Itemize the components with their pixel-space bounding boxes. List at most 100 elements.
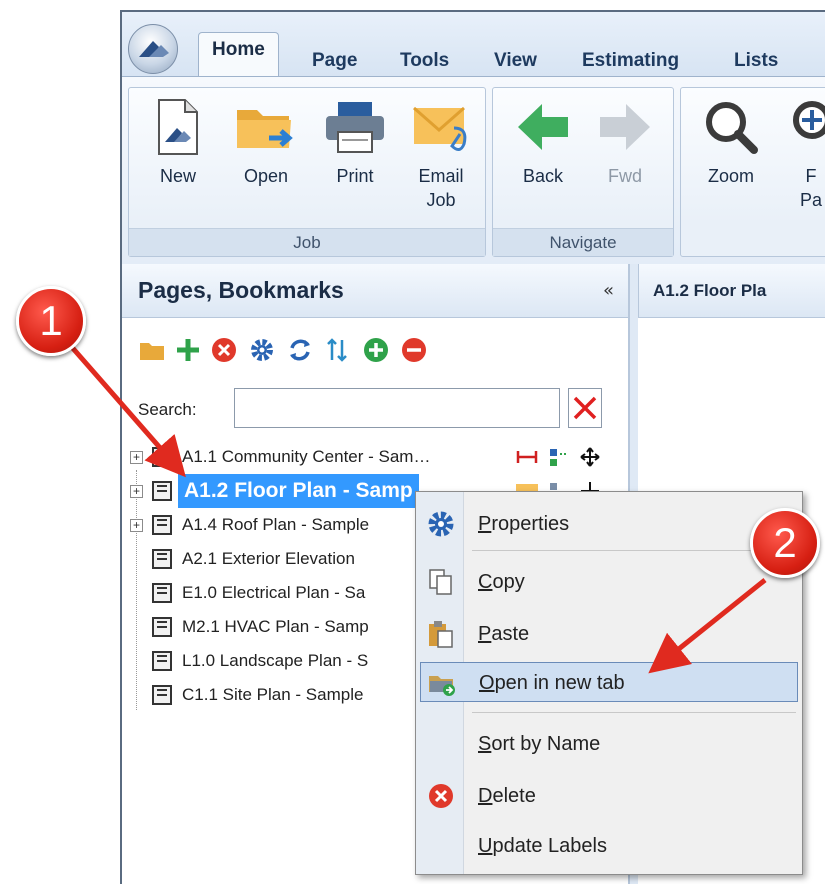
new-button[interactable]: New xyxy=(143,98,213,188)
tree-item-label: A1.2 Floor Plan - Samp xyxy=(178,474,419,508)
expand-toggle[interactable]: + xyxy=(130,485,143,498)
measure-scale-icons xyxy=(516,447,600,467)
menu-item-label: aste xyxy=(491,623,530,645)
tree-item-label: A2.1 Exterior Elevation xyxy=(182,549,355,568)
navigate-group-label: Navigate xyxy=(493,228,673,256)
tab-home[interactable]: Home xyxy=(198,32,279,78)
clear-search-button[interactable] xyxy=(568,388,602,428)
page-icon xyxy=(152,549,172,569)
callout-step-2: 2 xyxy=(750,508,820,578)
collapse-all-icon[interactable] xyxy=(400,336,428,364)
zoom-button[interactable]: Zoom xyxy=(691,98,771,188)
refresh-icon[interactable] xyxy=(286,336,314,364)
tree-item-label: L1.0 Landscape Plan - S xyxy=(182,651,369,670)
job-group-label: Job xyxy=(129,228,485,256)
menu-item-label: roperties xyxy=(491,513,570,535)
page-icon xyxy=(152,447,172,467)
tab-view[interactable]: View xyxy=(494,46,537,76)
open-in-new-tab-icon xyxy=(429,676,455,696)
tree-item-label: M2.1 HVAC Plan - Samp xyxy=(182,617,369,636)
new-document-icon xyxy=(158,99,198,155)
open-button[interactable]: Open xyxy=(225,98,307,188)
menu-item-sort-by-name[interactable]: Sort by Name xyxy=(420,724,798,764)
callout-step-1: 1 xyxy=(16,286,86,356)
tab-page[interactable]: Page xyxy=(312,46,357,76)
menu-item-mnemonic: O xyxy=(479,672,495,694)
menu-item-mnemonic: S xyxy=(478,733,492,755)
tab-tools[interactable]: Tools xyxy=(400,46,449,76)
app-logo-icon xyxy=(139,41,169,57)
ribbon-tab-bar: Home Page Tools View Estimating Lists xyxy=(122,12,825,78)
ribbon-group-job: New Open Print Email Job Job xyxy=(128,87,486,257)
open-button-label: Open xyxy=(243,166,289,186)
menu-item-delete[interactable]: Delete xyxy=(420,776,798,816)
zoom-fit-icon xyxy=(793,101,825,139)
forward-arrow-icon xyxy=(600,104,650,150)
tree-item-label: A1.1 Community Center - Sam… xyxy=(182,447,431,466)
folder-icon[interactable] xyxy=(138,336,166,364)
ribbon: New Open Print Email Job Job Back Fwd Na… xyxy=(122,76,825,264)
document-tab[interactable]: A1.2 Floor Pla xyxy=(638,264,825,318)
expand-all-icon[interactable] xyxy=(362,336,390,364)
fit-page-button[interactable]: F Pa xyxy=(781,98,825,212)
menu-item-mnemonic: P xyxy=(478,513,492,535)
back-button[interactable]: Back xyxy=(507,98,579,188)
search-label: Search: xyxy=(138,400,197,419)
search-input[interactable] xyxy=(234,388,560,428)
delete-icon xyxy=(429,784,453,808)
menu-item-mnemonic: U xyxy=(478,835,493,857)
page-icon xyxy=(152,481,172,501)
tree-item-label: E1.0 Electrical Plan - Sa xyxy=(182,583,366,602)
properties-gear-icon xyxy=(428,511,454,537)
menu-item-label: pdate Labels xyxy=(492,835,607,857)
forward-button[interactable]: Fwd xyxy=(589,98,661,188)
email-job-label-line2: Job xyxy=(426,190,456,210)
sort-icon[interactable] xyxy=(324,336,352,364)
menu-item-paste[interactable]: Paste xyxy=(420,614,798,654)
open-folder-icon xyxy=(237,110,293,148)
expand-toggle[interactable]: + xyxy=(130,451,143,464)
add-icon[interactable] xyxy=(174,336,202,364)
clear-x-icon xyxy=(573,396,597,420)
paste-clipboard-icon xyxy=(429,621,453,648)
expand-toggle[interactable]: + xyxy=(130,519,143,532)
tab-lists[interactable]: Lists xyxy=(734,46,778,76)
menu-item-mnemonic: D xyxy=(478,785,493,807)
email-icon xyxy=(413,106,467,151)
magnifier-icon xyxy=(706,102,758,154)
tree-item-label: C1.1 Site Plan - Sample xyxy=(182,685,364,704)
page-icon xyxy=(152,617,172,637)
menu-item-mnemonic: P xyxy=(478,623,492,645)
printer-icon xyxy=(326,102,384,153)
tree-item-a1-1[interactable]: + A1.1 Community Center - Sam… xyxy=(130,440,628,474)
page-icon xyxy=(152,685,172,705)
menu-item-label: ort by Name xyxy=(491,733,601,755)
application-menu-button[interactable] xyxy=(128,24,178,74)
collapse-panel-button[interactable]: « xyxy=(603,280,614,301)
print-button-label: Print xyxy=(336,166,374,186)
menu-item-copy[interactable]: Copy xyxy=(420,562,798,602)
settings-gear-icon[interactable] xyxy=(248,336,276,364)
document-tab-label: A1.2 Floor Pla xyxy=(653,281,767,300)
remove-icon[interactable] xyxy=(210,336,238,364)
back-button-label: Back xyxy=(522,166,564,186)
email-job-label-line1: Email xyxy=(418,166,464,186)
fit-page-label-line2: Pa xyxy=(799,190,823,210)
print-button[interactable]: Print xyxy=(319,98,391,188)
page-icon xyxy=(152,583,172,603)
menu-item-open-in-new-tab[interactable]: Open in new tab xyxy=(420,662,798,702)
new-button-label: New xyxy=(159,166,196,186)
menu-item-properties[interactable]: Properties xyxy=(420,504,798,544)
email-job-button[interactable]: Email Job xyxy=(401,98,481,212)
page-icon xyxy=(152,515,172,535)
menu-item-update-labels[interactable]: Update Labels xyxy=(420,826,798,866)
tab-estimating[interactable]: Estimating xyxy=(582,46,679,76)
ribbon-group-zoom: Zoom F Pa xyxy=(680,87,825,257)
copy-icon xyxy=(429,569,452,595)
menu-item-label: opy xyxy=(492,571,525,593)
menu-item-mnemonic: C xyxy=(478,571,493,593)
menu-item-label: elete xyxy=(492,785,536,807)
panel-title: Pages, Bookmarks xyxy=(138,277,344,303)
menu-item-label: pen in new tab xyxy=(494,672,625,694)
ribbon-group-navigate: Back Fwd Navigate xyxy=(492,87,674,257)
